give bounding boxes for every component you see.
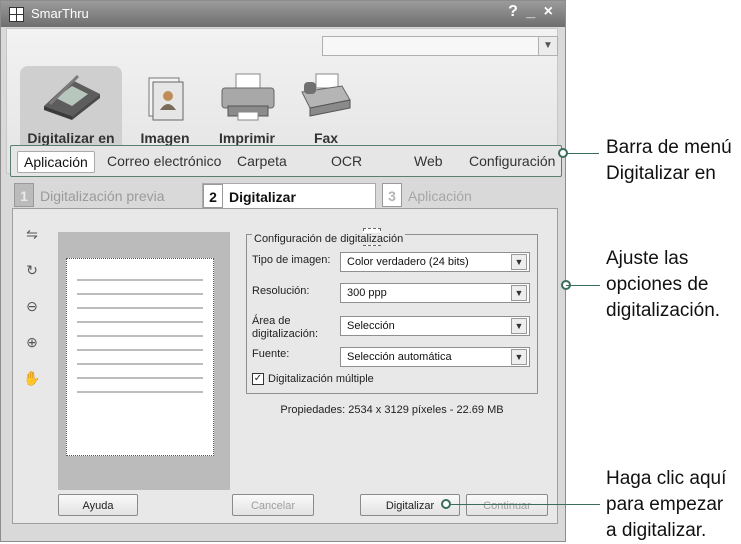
zoom-out-icon[interactable]: ⊖ xyxy=(20,294,44,318)
title-bar[interactable]: SmarThru ? _ × xyxy=(1,1,565,27)
step-number: 2 xyxy=(203,184,223,208)
annotation-scan-line1: Haga clic aquí xyxy=(606,468,727,489)
step-prescan[interactable]: 1 Digitalización previa xyxy=(14,183,190,207)
annotation-menu-line1: Barra de menú xyxy=(606,137,732,158)
resolution-label: Resolución: xyxy=(252,285,310,297)
multiple-scan-label: Digitalización múltiple xyxy=(268,373,374,385)
settings-title: Configuración de digitalización xyxy=(252,233,406,245)
chevron-down-icon[interactable]: ▼ xyxy=(538,37,557,55)
zoom-in-icon[interactable]: ⊕ xyxy=(20,330,44,354)
mode-scan-to-button[interactable]: Digitalizar en xyxy=(20,66,122,146)
mode-label-image: Imagen xyxy=(140,130,190,146)
mode-fax-button[interactable]: Fax xyxy=(298,66,354,146)
mode-label-scan: Digitalizar en xyxy=(27,130,115,146)
hand-pan-icon[interactable]: ✋ xyxy=(20,366,44,390)
resolution-value: 300 ppp xyxy=(347,287,387,299)
app-icon xyxy=(9,7,24,22)
step-application[interactable]: 3 Aplicación xyxy=(382,183,558,207)
menu-tab-email[interactable]: Correo electrónico xyxy=(107,151,221,171)
mode-image-button[interactable]: Imagen xyxy=(135,66,195,146)
preview-toolbar: ⇋ ↻ ⊖ ⊕ ✋ xyxy=(20,222,381,402)
image-type-label: Tipo de imagen: xyxy=(252,254,331,266)
annotation-scan-line2: para empezar xyxy=(606,494,724,515)
chevron-down-icon[interactable]: ▼ xyxy=(511,254,527,270)
scanner-icon xyxy=(44,74,100,120)
step-scan[interactable]: 2 Digitalizar xyxy=(202,183,376,208)
image-type-select[interactable]: Color verdadero (24 bits) ▼ xyxy=(340,252,530,272)
annotation-options-line3: digitalización. xyxy=(606,300,721,321)
window-title: SmarThru xyxy=(31,6,89,21)
step-label: Digitalización previa xyxy=(40,188,165,204)
callout-line-scan xyxy=(446,504,600,505)
source-select[interactable]: Selección automática ▼ xyxy=(340,347,530,367)
top-combo-box[interactable]: ▼ xyxy=(322,36,558,56)
menu-tab-application[interactable]: Aplicación xyxy=(17,151,95,173)
cancel-button[interactable]: Cancelar xyxy=(232,494,314,516)
image-type-value: Color verdadero (24 bits) xyxy=(347,256,469,268)
resolution-select[interactable]: 300 ppp ▼ xyxy=(340,283,530,303)
continue-button[interactable]: Continuar xyxy=(466,494,548,516)
mode-label-print: Imprimir xyxy=(218,130,275,146)
step-number: 1 xyxy=(14,183,34,207)
help-button[interactable]: Ayuda xyxy=(58,494,138,516)
image-book-icon xyxy=(148,77,184,121)
flip-icon[interactable]: ⇋ xyxy=(20,222,44,246)
callout-line-options xyxy=(566,285,600,286)
source-value: Selección automática xyxy=(347,351,452,363)
step-label: Aplicación xyxy=(408,188,472,204)
callout-dot-scan xyxy=(441,499,451,509)
menu-tab-ocr[interactable]: OCR xyxy=(331,151,362,171)
mode-label-fax: Fax xyxy=(313,130,339,146)
rotate-icon[interactable]: ↻ xyxy=(20,258,44,282)
preview-page[interactable] xyxy=(66,258,214,456)
chevron-down-icon[interactable]: ▼ xyxy=(511,349,527,365)
printer-icon xyxy=(221,73,275,121)
multiple-scan-checkbox[interactable]: ✓ Digitalización múltiple xyxy=(252,373,374,386)
menu-tab-web[interactable]: Web xyxy=(414,151,443,171)
callout-line-menu xyxy=(563,153,599,154)
chevron-down-icon[interactable]: ▼ xyxy=(511,318,527,334)
mode-print-button[interactable]: Imprimir xyxy=(210,66,284,146)
window-controls[interactable]: ? _ × xyxy=(508,3,555,21)
menu-tab-settings[interactable]: Configuración xyxy=(469,151,555,171)
step-label: Digitalizar xyxy=(229,189,296,205)
scan-area-label-line2: digitalización: xyxy=(252,328,319,340)
scan-area-value: Selección xyxy=(347,320,395,332)
annotation-menu-line2: Digitalizar en xyxy=(606,163,716,184)
scan-area-label-line1: Área de xyxy=(252,315,291,327)
source-label: Fuente: xyxy=(252,348,290,360)
chevron-down-icon[interactable]: ▼ xyxy=(511,285,527,301)
menu-tab-folder[interactable]: Carpeta xyxy=(237,151,287,171)
annotation-scan-line3: a digitalizar. xyxy=(606,520,707,541)
step-number: 3 xyxy=(382,183,402,207)
check-icon[interactable]: ✓ xyxy=(252,373,264,386)
scan-to-menu-bar: Aplicación Correo electrónico Carpeta OC… xyxy=(10,145,562,177)
annotation-options-line2: opciones de xyxy=(606,274,709,295)
callout-dot-menu xyxy=(558,148,568,158)
scan-area-select[interactable]: Selección ▼ xyxy=(340,316,530,336)
scan-properties: Propiedades: 2534 x 3129 píxeles - 22.69… xyxy=(280,404,504,416)
annotation-options-line1: Ajuste las xyxy=(606,248,689,269)
fax-icon xyxy=(301,73,351,117)
